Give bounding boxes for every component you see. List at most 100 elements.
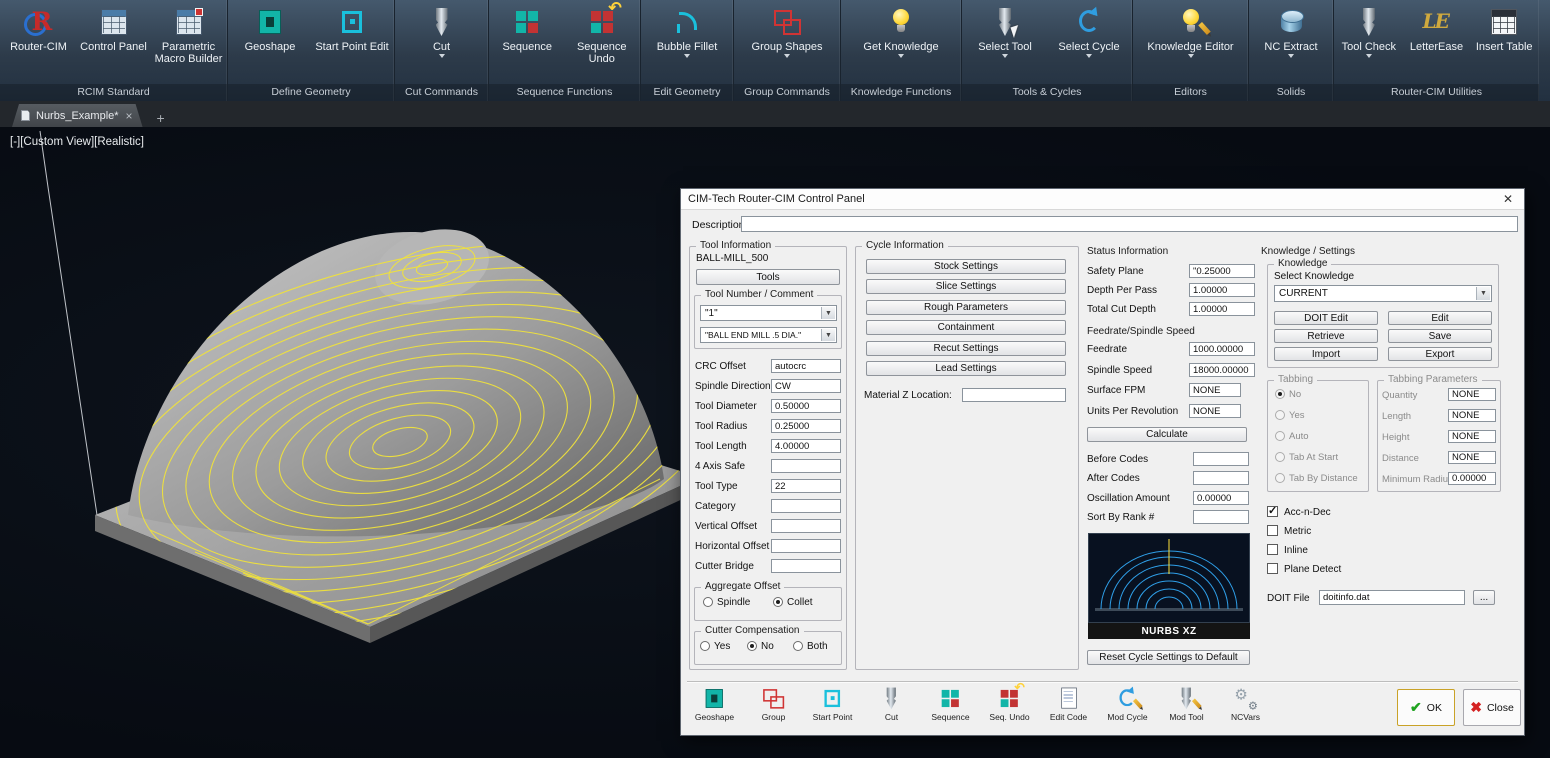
- ribbon-button-sequence[interactable]: Sequence: [490, 2, 565, 84]
- quantity-input[interactable]: [1448, 388, 1496, 401]
- radio-icon[interactable]: [1275, 431, 1285, 441]
- tool-type-input[interactable]: [771, 479, 841, 493]
- dialog-title-bar[interactable]: CIM-Tech Router-CIM Control Panel ✕: [681, 189, 1524, 210]
- tab-by-distance-radio[interactable]: Tab By Distance: [1275, 473, 1358, 484]
- tabb-at-start-radio[interactable]: Tab At Start: [1275, 452, 1338, 463]
- ribbon-button-bubble-fillet[interactable]: Bubble Fillet: [642, 2, 732, 84]
- radio-icon[interactable]: [773, 597, 783, 607]
- tool-number-select[interactable]: "1": [700, 305, 837, 321]
- surface-fpm-input[interactable]: [1189, 383, 1241, 397]
- inline-checkbox[interactable]: Inline: [1267, 544, 1308, 556]
- tools-button[interactable]: Tools: [696, 269, 840, 285]
- sort-by-rank-input[interactable]: [1193, 510, 1249, 524]
- vertical-offset-input[interactable]: [771, 519, 841, 533]
- spindle-radio[interactable]: Spindle: [703, 597, 750, 608]
- height-input[interactable]: [1448, 430, 1496, 443]
- ribbon-button-sequence-undo[interactable]: Sequence Undo: [565, 2, 640, 84]
- minimum-radius-input[interactable]: [1448, 472, 1496, 485]
- acc-n-dec-checkbox[interactable]: Acc-n-Dec: [1267, 506, 1331, 518]
- doit-file-input[interactable]: [1319, 590, 1465, 605]
- tabbing-no-radio[interactable]: No: [1275, 389, 1301, 400]
- after-codes-input[interactable]: [1193, 471, 1249, 485]
- ribbon-button-get-knowledge[interactable]: Get Knowledge: [842, 2, 960, 84]
- ribbon-button-geoshape[interactable]: Geoshape: [229, 2, 311, 84]
- ok-button[interactable]: ✔ OK: [1397, 689, 1455, 726]
- radio-icon[interactable]: [700, 641, 710, 651]
- tool-radius-input[interactable]: [771, 419, 841, 433]
- ribbon-button-group-shapes[interactable]: Group Shapes: [735, 2, 839, 84]
- before-codes-input[interactable]: [1193, 452, 1249, 466]
- tool-diameter-input[interactable]: [771, 399, 841, 413]
- tool-length-input[interactable]: [771, 439, 841, 453]
- toolbar-sequence-button[interactable]: Sequence: [921, 686, 980, 722]
- radio-icon[interactable]: [1275, 389, 1285, 399]
- export-button[interactable]: Export: [1388, 347, 1492, 361]
- depth-per-pass-input[interactable]: [1189, 283, 1255, 297]
- radio-icon[interactable]: [703, 597, 713, 607]
- toolbar-seq-undo-button[interactable]: Seq. Undo: [980, 686, 1039, 722]
- stock-settings-button[interactable]: Stock Settings: [866, 259, 1066, 274]
- new-tab-button[interactable]: +: [151, 109, 171, 127]
- tool-comment-select[interactable]: "BALL END MILL .5 DIA.": [700, 327, 837, 343]
- toolbar-mod-tool-button[interactable]: Mod Tool: [1157, 686, 1216, 722]
- reset-cycle-settings-button[interactable]: Reset Cycle Settings to Default: [1087, 650, 1250, 665]
- distance-input[interactable]: [1448, 451, 1496, 464]
- calculate-button[interactable]: Calculate: [1087, 427, 1247, 442]
- ribbon-button-letterease[interactable]: LetterEase: [1403, 2, 1471, 84]
- crc-yes-radio[interactable]: Yes: [700, 641, 730, 652]
- toolbar-geoshape-button[interactable]: Geoshape: [685, 686, 744, 722]
- toolbar-mod-cycle-button[interactable]: Mod Cycle: [1098, 686, 1157, 722]
- checkbox-icon[interactable]: [1267, 563, 1278, 574]
- spindle-direction-input[interactable]: [771, 379, 841, 393]
- chevron-down-icon[interactable]: [1476, 287, 1490, 300]
- drawing-tab[interactable]: Nurbs_Example* ×: [12, 104, 143, 127]
- ribbon-button-cut[interactable]: Cut: [396, 2, 487, 84]
- four-axis-safe-input[interactable]: [771, 459, 841, 473]
- save-button[interactable]: Save: [1388, 329, 1492, 343]
- radio-icon[interactable]: [1275, 473, 1285, 483]
- toolbar-edit-code-button[interactable]: Edit Code: [1039, 686, 1098, 722]
- units-per-rev-input[interactable]: [1189, 404, 1241, 418]
- ribbon-button-router-cim[interactable]: Router-CIM: [1, 2, 76, 84]
- viewport-3d[interactable]: [-][Custom View][Realistic]: [0, 127, 1550, 758]
- ribbon-button-insert-table[interactable]: Insert Table: [1470, 2, 1538, 84]
- radio-icon[interactable]: [747, 641, 757, 651]
- slice-settings-button[interactable]: Slice Settings: [866, 279, 1066, 294]
- retrieve-button[interactable]: Retrieve: [1274, 329, 1378, 343]
- toolbar-group-button[interactable]: Group: [744, 686, 803, 722]
- lead-settings-button[interactable]: Lead Settings: [866, 361, 1066, 376]
- ribbon-button-start-point-edit[interactable]: Start Point Edit: [311, 2, 393, 84]
- crc-no-radio[interactable]: No: [747, 641, 774, 652]
- ribbon-button-macro-builder[interactable]: Parametric Macro Builder: [151, 2, 226, 84]
- length-input[interactable]: [1448, 409, 1496, 422]
- recut-settings-button[interactable]: Recut Settings: [866, 341, 1066, 356]
- safety-plane-input[interactable]: [1189, 264, 1255, 278]
- doit-file-browse-button[interactable]: ...: [1473, 590, 1495, 605]
- crc-offset-input[interactable]: [771, 359, 841, 373]
- containment-button[interactable]: Containment: [866, 320, 1066, 335]
- ribbon-button-select-tool[interactable]: Select Tool: [963, 2, 1047, 84]
- viewport-controls[interactable]: [-][Custom View][Realistic]: [10, 136, 144, 148]
- spindle-speed-input[interactable]: [1189, 363, 1255, 377]
- ribbon-button-control-panel[interactable]: Control Panel: [76, 2, 151, 84]
- category-input[interactable]: [771, 499, 841, 513]
- tab-close-icon[interactable]: ×: [125, 110, 134, 122]
- horizontal-offset-input[interactable]: [771, 539, 841, 553]
- plane-detect-checkbox[interactable]: Plane Detect: [1267, 563, 1341, 575]
- collet-radio[interactable]: Collet: [773, 597, 813, 608]
- toolbar-cut-button[interactable]: Cut: [862, 686, 921, 722]
- checkbox-icon[interactable]: [1267, 506, 1278, 517]
- ribbon-button-knowledge-editor[interactable]: Knowledge Editor: [1134, 2, 1247, 84]
- radio-icon[interactable]: [1275, 452, 1285, 462]
- dialog-close-icon[interactable]: ✕: [1499, 192, 1517, 206]
- total-cut-depth-input[interactable]: [1189, 302, 1255, 316]
- tabbing-yes-radio[interactable]: Yes: [1275, 410, 1305, 421]
- crc-both-radio[interactable]: Both: [793, 641, 828, 652]
- doit-edit-button[interactable]: DOIT Edit: [1274, 311, 1378, 325]
- toolbar-ncvars-button[interactable]: NCVars: [1216, 686, 1275, 722]
- radio-icon[interactable]: [1275, 410, 1285, 420]
- ribbon-button-tool-check[interactable]: Tool Check: [1335, 2, 1403, 84]
- chevron-down-icon[interactable]: [821, 307, 835, 319]
- radio-icon[interactable]: [793, 641, 803, 651]
- chevron-down-icon[interactable]: [821, 329, 835, 341]
